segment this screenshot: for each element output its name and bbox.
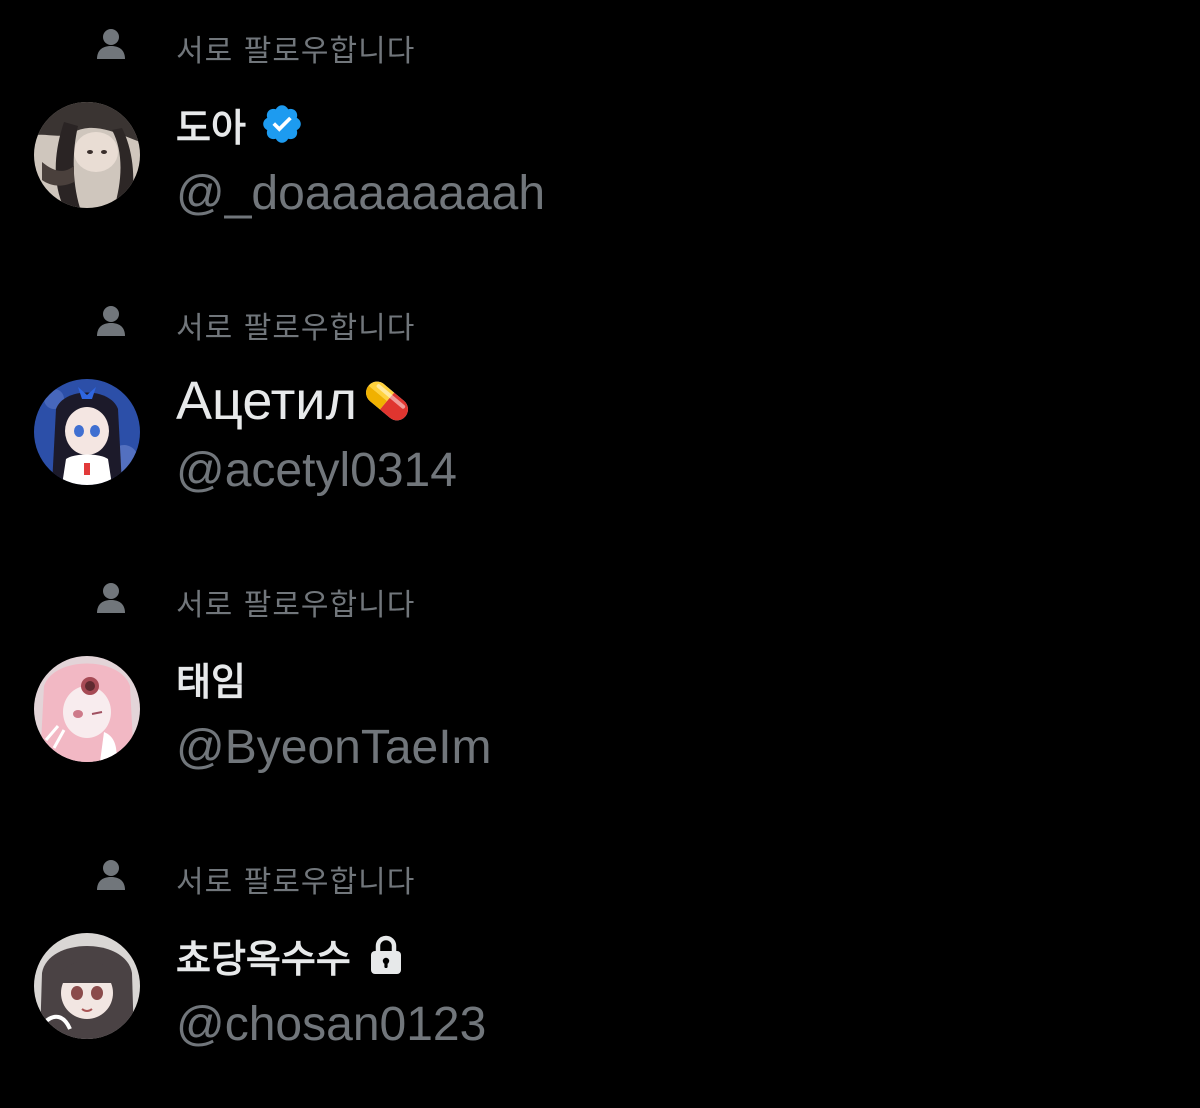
mutual-follow-indicator: 서로 팔로우합니다 <box>0 574 1200 623</box>
person-icon <box>97 306 125 336</box>
user-cell[interactable]: 서로 팔로우합니다 태임 @ByeonTaeIm <box>0 554 1200 831</box>
person-icon <box>97 860 125 890</box>
user-cell[interactable]: 서로 팔로우합니다 Ацетил @acetyl0314 <box>0 277 1200 554</box>
name-line: Ацетил <box>176 371 415 431</box>
avatar[interactable] <box>34 102 140 208</box>
user-cell[interactable]: 서로 팔로우합니다 쵸당옥수수 @chosan0123 <box>0 831 1200 1108</box>
user-cell[interactable]: 서로 팔로우합니다 도아 @_doaaaaaaaah <box>0 0 1200 277</box>
person-icon <box>97 583 125 613</box>
name-line: 태임 <box>176 650 246 706</box>
display-name: 쵸당옥수수 <box>176 936 351 981</box>
mutual-follow-label: 서로 팔로우합니다 <box>176 865 416 900</box>
avatar[interactable] <box>34 656 140 762</box>
mutual-follow-label: 서로 팔로우합니다 <box>176 588 416 623</box>
avatar[interactable] <box>34 379 140 485</box>
display-name: 태임 <box>176 659 246 704</box>
mutual-follow-label: 서로 팔로우합니다 <box>176 34 416 69</box>
mutual-follow-indicator: 서로 팔로우합니다 <box>0 20 1200 69</box>
name-line: 도아 <box>176 96 304 152</box>
pill-emoji-icon <box>366 381 408 421</box>
follower-list: 서로 팔로우합니다 도아 @_doaaaaaaaah 서로 팔로우합니다 Аце… <box>0 0 1200 1051</box>
display-name: 도아 <box>176 105 246 150</box>
mutual-follow-indicator: 서로 팔로우합니다 <box>0 297 1200 346</box>
name-line: 쵸당옥수수 <box>176 927 403 983</box>
verified-badge-icon <box>263 105 301 143</box>
lock-icon <box>370 935 401 974</box>
user-handle: @acetyl0314 <box>176 444 457 497</box>
avatar[interactable] <box>34 933 140 1039</box>
mutual-follow-indicator: 서로 팔로우합니다 <box>0 851 1200 900</box>
mutual-follow-label: 서로 팔로우합니다 <box>176 311 416 346</box>
person-icon <box>97 29 125 59</box>
user-handle: @ByeonTaeIm <box>176 721 492 774</box>
user-handle: @chosan0123 <box>176 998 487 1051</box>
user-handle: @_doaaaaaaaah <box>176 167 546 220</box>
display-name: Ацетил <box>176 371 357 431</box>
